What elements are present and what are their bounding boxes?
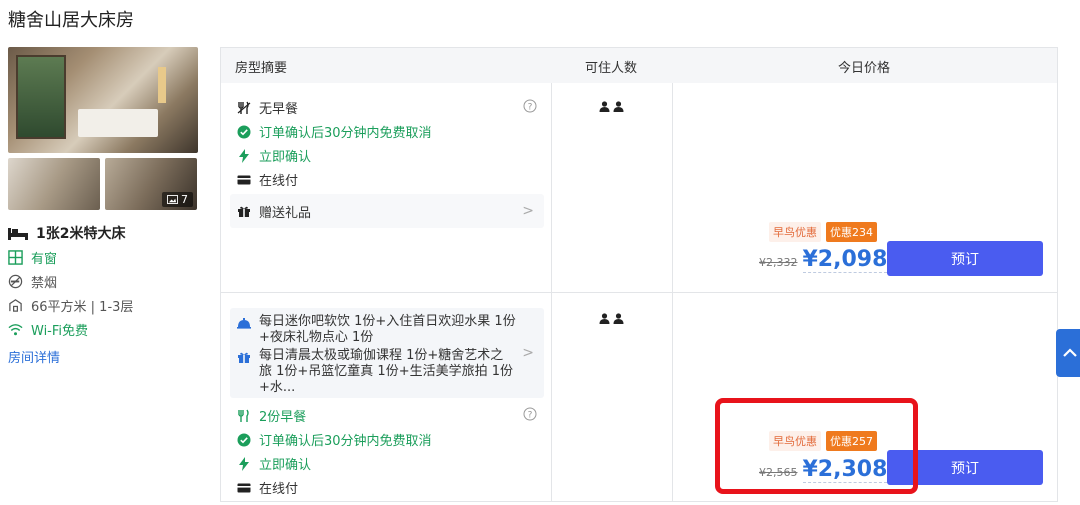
card-icon [237, 483, 251, 492]
breakfast-icon [238, 409, 249, 422]
help-icon-wrapper[interactable]: ? [523, 407, 537, 425]
book-button[interactable]: 预订 [887, 241, 1043, 276]
chevron-right-icon: > [522, 345, 534, 361]
header-occupancy: 可住人数 [585, 61, 638, 76]
no-smoking-icon [8, 274, 23, 289]
gift-icon [238, 206, 250, 217]
person-icon [599, 101, 610, 112]
amenity-window: 有窗 [8, 248, 57, 267]
instant-confirm: 立即确认 [237, 146, 311, 165]
chevron-right-icon: > [522, 203, 534, 219]
highlight-annotation [715, 398, 918, 494]
page-title: 糖舍山居大床房 [8, 10, 134, 31]
perk-item: 每日清晨太极或瑜伽课程 1份+糖舍艺术之旅 1份+吊篮忆童真 1份+生活美学旅拍… [237, 348, 516, 396]
amenity-wifi: Wi-Fi免费 [8, 320, 88, 339]
cancel-policy: 订单确认后30分钟内免费取消 [237, 430, 432, 449]
photo-count-badge: 7 [162, 192, 193, 207]
header-price: 今日价格 [838, 61, 891, 76]
occupancy-icons [599, 101, 624, 112]
scroll-to-top-button[interactable] [1056, 329, 1080, 377]
person-icon [613, 101, 624, 112]
card-icon [237, 175, 251, 184]
image-icon [167, 195, 178, 204]
room-details-link[interactable]: 房间详情 [8, 347, 60, 366]
discount-badge: 优惠234 [826, 222, 877, 242]
person-icon [599, 313, 610, 324]
wifi-icon [8, 324, 23, 336]
lightning-icon [239, 148, 249, 163]
room-photo-thumb[interactable]: 7 [105, 158, 197, 210]
price-display: ¥2,332 ¥2,098 [759, 247, 888, 273]
gift-row[interactable]: 赠送礼品 > [230, 194, 544, 228]
perk-item: 每日迷你吧软饮 1份+入住首日欢迎水果 1份+夜床礼物点心 1份 [237, 314, 516, 346]
help-icon[interactable]: ? [523, 99, 537, 113]
no-breakfast-icon [237, 101, 251, 114]
occupancy-icons [599, 313, 624, 324]
amenity-no-smoking: 禁烟 [8, 272, 57, 291]
person-icon [613, 313, 624, 324]
gift-icon [238, 352, 250, 363]
check-circle-icon [237, 433, 251, 446]
instant-confirm: 立即确认 [237, 454, 311, 473]
original-price: ¥2,332 [759, 256, 798, 269]
bed-type: 1张2米特大床 [8, 223, 125, 243]
payment-method: 在线付 [237, 170, 298, 189]
room-service-icon [237, 318, 251, 329]
check-circle-icon [237, 125, 251, 138]
bed-icon [8, 228, 28, 240]
current-price[interactable]: ¥2,098 [802, 247, 888, 273]
perks-row[interactable]: 每日迷你吧软饮 1份+入住首日欢迎水果 1份+夜床礼物点心 1份 每日清晨太极或… [230, 308, 544, 398]
lightning-icon [239, 456, 249, 471]
area-icon [9, 299, 22, 312]
svg-text:?: ? [528, 102, 533, 112]
price-tags: 早鸟优惠 优惠234 [769, 222, 877, 242]
rate-table: 房型摘要 可住人数 今日价格 无早餐 ? 订单确认后30分钟内免费取消 立即确认… [220, 47, 1058, 502]
early-bird-badge: 早鸟优惠 [769, 222, 821, 242]
window-icon [8, 250, 23, 265]
help-icon[interactable]: ? [523, 407, 537, 421]
chevron-up-icon [1063, 348, 1077, 357]
svg-text:?: ? [528, 410, 533, 420]
photo-count: 7 [181, 193, 188, 206]
payment-method: 在线付 [237, 478, 298, 497]
cancel-policy: 订单确认后30分钟内免费取消 [237, 122, 432, 141]
meal-info: 无早餐 ? [237, 98, 537, 117]
room-photo-main[interactable] [8, 47, 198, 153]
header-summary: 房型摘要 [235, 61, 288, 76]
room-photo-thumb[interactable] [8, 158, 100, 210]
table-header: 房型摘要 可住人数 今日价格 [221, 48, 1057, 83]
meal-info: 2份早餐 ? [237, 406, 537, 425]
amenity-area: 66平方米 | 1-3层 [8, 296, 133, 315]
help-icon-wrapper[interactable]: ? [523, 99, 537, 117]
